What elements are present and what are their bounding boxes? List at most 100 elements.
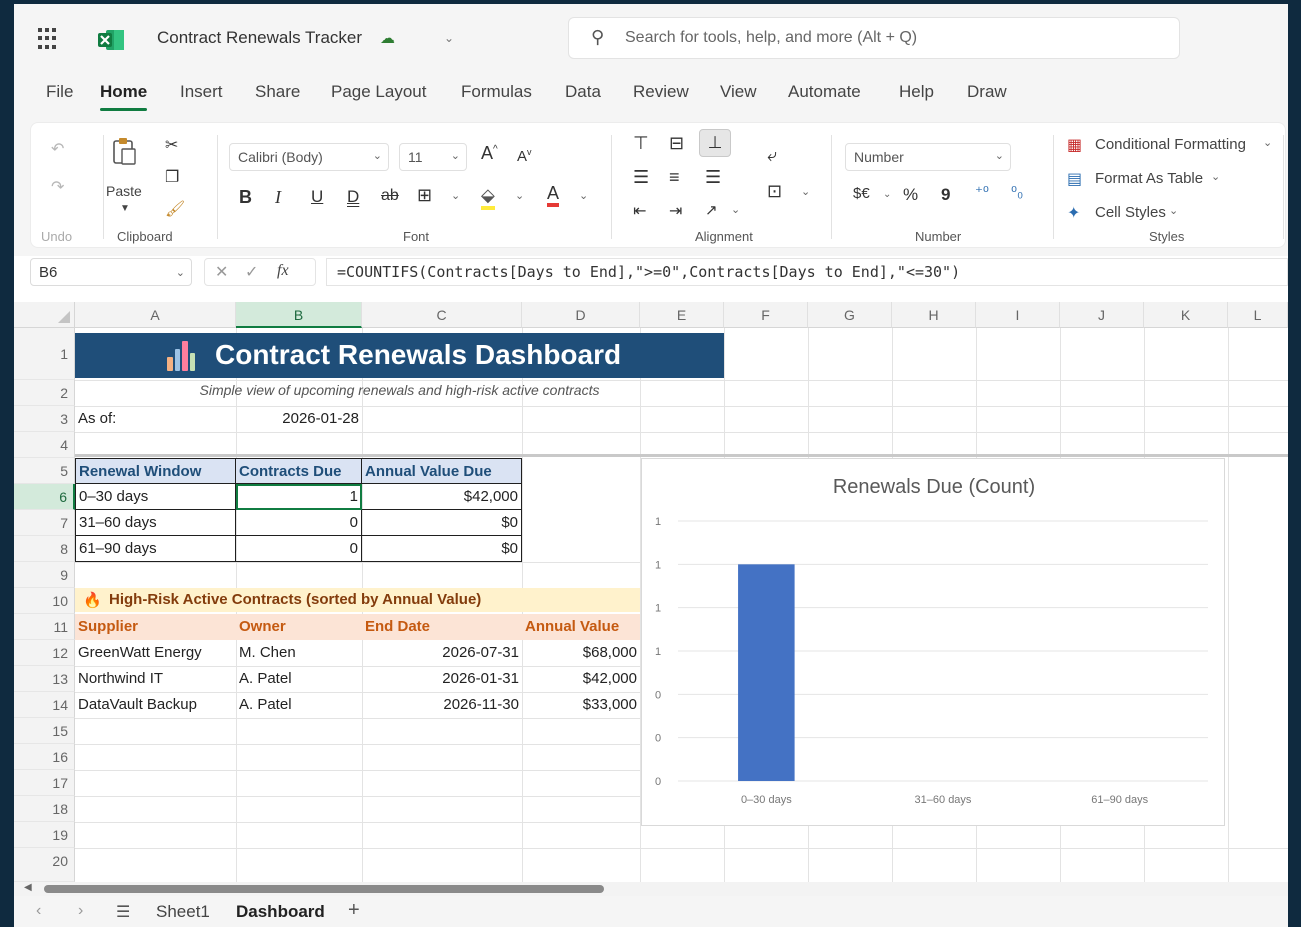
row-header-4[interactable]: 4 [14,432,75,458]
undo-icon[interactable]: ↶ [51,139,64,159]
horizontal-scrollbar[interactable]: ◀ [14,882,1288,896]
align-left-icon[interactable]: ☰ [633,167,649,188]
risk-value-cell[interactable]: $42,000 [522,670,640,687]
percent-format-button[interactable]: % [903,185,918,205]
column-header-c[interactable]: C [362,302,522,328]
dashboard-subtitle[interactable]: Simple view of upcoming renewals and hig… [75,382,724,398]
align-right-icon[interactable]: ☰ [705,167,721,188]
currency-format-button[interactable]: $€ [853,185,870,202]
align-center-icon[interactable]: ≡ [669,167,680,188]
chevron-down-icon[interactable]: ⌄ [731,203,740,216]
column-header-a[interactable]: A [75,302,236,328]
renewal-value-cell[interactable]: $0 [362,510,522,536]
format-as-table-button[interactable]: Format As Table [1095,170,1203,187]
insert-function-icon[interactable]: fx [277,262,289,280]
increase-font-size-icon[interactable]: A^ [481,143,498,164]
row-header-1[interactable]: 1 [14,328,75,380]
conditional-formatting-button[interactable]: Conditional Formatting [1095,136,1246,153]
row-header-19[interactable]: 19 [14,822,75,848]
risk-supplier-cell[interactable]: DataVault Backup [75,696,236,713]
risk-end-date-cell[interactable]: 2026-01-31 [362,670,522,687]
risk-supplier-cell[interactable]: Northwind IT [75,670,236,687]
row-header-8[interactable]: 8 [14,536,75,562]
decrease-font-size-icon[interactable]: Av [517,147,532,165]
row-header-14[interactable]: 14 [14,692,75,718]
renewal-count-cell[interactable]: 1 [236,484,362,510]
risk-value-cell[interactable]: $33,000 [522,696,640,713]
renewal-window-cell[interactable]: 31–60 days [75,510,236,536]
cut-icon[interactable]: ✂ [165,135,178,155]
renewal-header-count[interactable]: Contracts Due [236,458,362,484]
paste-label[interactable]: Paste [106,183,142,199]
row-header-7[interactable]: 7 [14,510,75,536]
redo-icon[interactable]: ↷ [51,177,64,197]
renewals-chart[interactable]: Renewals Due (Count) 1 1 1 1 0 0 0 0–30 days 31–6… [641,458,1225,826]
tab-help[interactable]: Help [899,82,934,102]
borders-icon[interactable]: ⊞ [417,185,432,206]
align-middle-icon[interactable]: ⊟ [669,133,684,154]
previous-sheet-icon[interactable]: ‹ [36,902,41,920]
row-header-11[interactable]: 11 [14,614,75,640]
renewal-value-cell[interactable]: $42,000 [362,484,522,510]
text-orientation-icon[interactable]: ↗ [705,201,718,219]
tab-insert[interactable]: Insert [180,82,223,102]
strikethrough-icon[interactable]: ab [381,187,399,205]
increase-indent-icon[interactable]: ⇥ [669,201,682,221]
column-header-i[interactable]: I [976,302,1060,328]
row-header-20[interactable]: 20 [14,848,75,882]
chevron-down-icon[interactable]: ⌄ [451,189,460,202]
risk-value-cell[interactable]: $68,000 [522,644,640,661]
decrease-decimal-icon[interactable]: ⁰₀ [1011,183,1023,201]
as-of-date[interactable]: 2026-01-28 [236,410,362,427]
add-sheet-button[interactable]: + [348,899,360,922]
next-sheet-icon[interactable]: › [78,902,83,920]
chevron-down-icon[interactable]: ⌄ [515,189,524,202]
all-sheets-menu-icon[interactable]: ☰ [116,902,130,922]
font-color-icon[interactable]: A [547,183,560,207]
tab-file[interactable]: File [46,82,73,102]
renewal-value-cell[interactable]: $0 [362,536,522,562]
fill-color-icon[interactable]: ⬙ [481,185,495,210]
select-all-corner[interactable] [14,302,75,328]
chevron-down-icon[interactable]: ⌄ [1263,136,1272,149]
increase-decimal-icon[interactable]: ⁺⁰ [975,183,989,201]
renewal-count-cell[interactable]: 0 [236,536,362,562]
merge-center-icon[interactable]: ⊡ [767,181,782,202]
column-header-f[interactable]: F [724,302,808,328]
paste-icon[interactable] [111,137,139,167]
renewal-header-value[interactable]: Annual Value Due [362,458,522,484]
comma-style-button[interactable]: 9 [941,185,950,205]
italic-button[interactable]: I [275,187,281,208]
risk-header-annual-value[interactable]: Annual Value [522,614,640,640]
dashboard-title-banner[interactable]: Contract Renewals Dashboard [75,333,724,378]
row-header-6[interactable]: 6 [14,484,75,510]
cell-styles-button[interactable]: Cell Styles [1095,204,1166,221]
chevron-down-icon[interactable]: ⌄ [801,185,810,198]
tab-view[interactable]: View [720,82,757,102]
risk-supplier-cell[interactable]: GreenWatt Energy [75,644,236,661]
risk-header-supplier[interactable]: Supplier [75,614,236,640]
row-header-5[interactable]: 5 [14,458,75,484]
row-header-17[interactable]: 17 [14,770,75,796]
conditional-formatting-icon[interactable]: ▦ [1067,135,1082,155]
number-format-dropdown[interactable]: Number ⌄ [845,143,1011,171]
cancel-icon[interactable]: ✕ [215,262,228,282]
row-header-13[interactable]: 13 [14,666,75,692]
search-box[interactable]: ⚲ [568,17,1180,59]
column-header-g[interactable]: G [808,302,892,328]
column-header-k[interactable]: K [1144,302,1228,328]
tab-data[interactable]: Data [565,82,601,102]
paste-dropdown-icon[interactable]: ▼ [120,203,130,214]
column-header-b[interactable]: B [236,302,362,328]
risk-end-date-cell[interactable]: 2026-11-30 [362,696,522,713]
row-header-9[interactable]: 9 [14,562,75,588]
tab-home[interactable]: Home [100,82,148,111]
renewal-window-cell[interactable]: 61–90 days [75,536,236,562]
formula-input[interactable]: =COUNTIFS(Contracts[Days to End],">=0",C… [326,258,1288,286]
underline-button[interactable]: U [311,187,323,207]
chevron-down-icon[interactable]: ⌄ [883,189,891,200]
renewal-header-window[interactable]: Renewal Window [75,458,236,484]
as-of-label[interactable]: As of: [75,410,236,427]
row-header-16[interactable]: 16 [14,744,75,770]
format-painter-icon[interactable]: 🖌 [165,199,185,219]
